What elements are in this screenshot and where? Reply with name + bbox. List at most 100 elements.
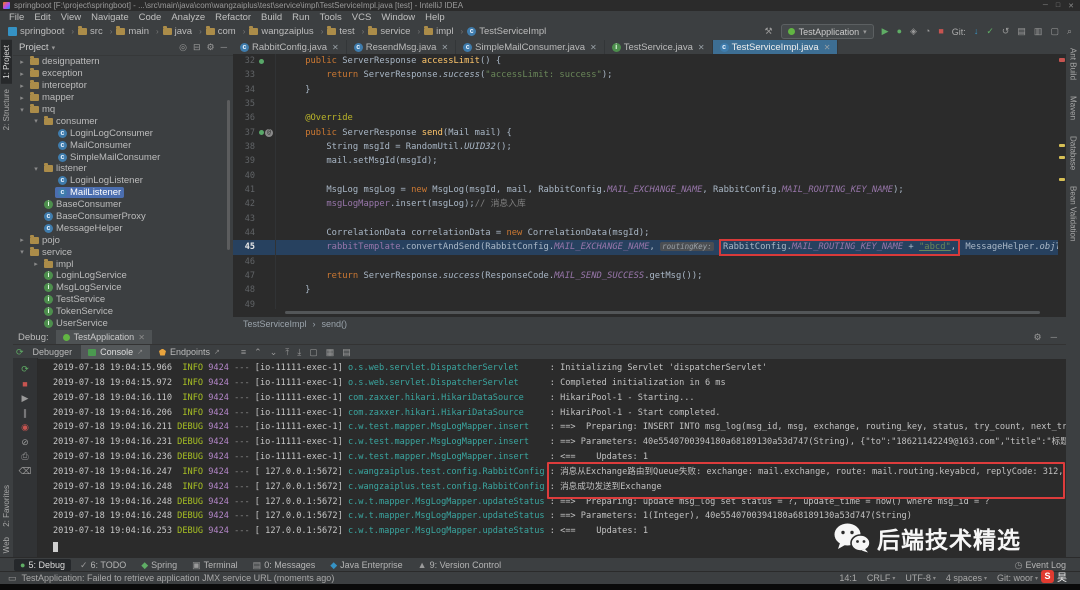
tool-window-button-6-todo[interactable]: ✓6: TODO	[74, 559, 132, 571]
history-icon[interactable]: ↺	[1002, 27, 1010, 36]
tool-button-database[interactable]: Database	[1069, 136, 1078, 170]
menu-analyze[interactable]: Analyze	[166, 12, 210, 23]
scroll-bottom-icon[interactable]: ⤓	[297, 348, 301, 357]
breadcrumb-item[interactable]: TestServiceImpl	[243, 319, 307, 329]
tree-item[interactable]: iUserService	[13, 318, 233, 330]
run-icon[interactable]: ▶	[882, 27, 889, 36]
expand-icon[interactable]: ▾	[17, 248, 27, 256]
breadcrumb-item[interactable]: main›	[116, 26, 158, 37]
tool-button-bean-validation[interactable]: Bean Validation	[1069, 186, 1078, 241]
maximize-icon[interactable]: □	[1056, 2, 1060, 10]
expand-icon[interactable]: ▸	[31, 260, 41, 268]
tree-item[interactable]: ▾listener	[13, 163, 233, 175]
menu-run[interactable]: Run	[287, 12, 314, 23]
hide-icon[interactable]: ─	[221, 43, 227, 52]
layout-icon[interactable]: ▤	[342, 348, 351, 357]
debug-icon[interactable]: ●	[20, 561, 25, 570]
breadcrumb-item[interactable]: service›	[368, 26, 420, 37]
stop-icon[interactable]: ■	[938, 27, 943, 36]
rerun-icon[interactable]: ⟳	[21, 365, 29, 374]
coverage-icon[interactable]: ◈	[910, 27, 917, 36]
debug-session-tab[interactable]: TestApplication ✕	[56, 330, 152, 344]
tool-window-button-java-enterprise[interactable]: ◆Java Enterprise	[324, 559, 408, 571]
menu-tools[interactable]: Tools	[315, 12, 347, 23]
git-commit-icon[interactable]: ✓	[986, 27, 994, 36]
view-breakpoints-icon[interactable]: ◉	[21, 423, 29, 432]
menu-code[interactable]: Code	[134, 12, 167, 23]
menu-window[interactable]: Window	[376, 12, 420, 23]
close-icon[interactable]: ✕	[698, 43, 705, 52]
project-panel-header[interactable]: Project ▾ ◎⊟⚙─	[13, 40, 233, 56]
tool-window-button-5-debug[interactable]: ●5: Debug	[14, 559, 71, 571]
tool-button-ant-build[interactable]: Ant Build	[1069, 48, 1078, 80]
annotation-gutter-icon[interactable]: @	[265, 129, 273, 137]
collapse-all-icon[interactable]: ⊟	[193, 43, 201, 52]
tool-button-web[interactable]: Web	[1, 532, 12, 558]
tool-button-2-favorites[interactable]: 2: Favorites	[1, 480, 12, 532]
debug-tab-debugger[interactable]: Debugger	[26, 345, 80, 359]
tree-item[interactable]: iMsgLogService	[13, 282, 233, 294]
tool-button-maven[interactable]: Maven	[1069, 96, 1078, 120]
tree-item[interactable]: cLoginLogListener	[13, 175, 233, 187]
tree-scrollbar[interactable]	[227, 100, 230, 250]
debug-icon[interactable]: ●	[897, 27, 902, 36]
locate-icon[interactable]: ◎	[179, 43, 187, 52]
tree-item[interactable]: ▸pojo	[13, 234, 233, 246]
horizontal-scrollbar[interactable]	[285, 311, 1040, 314]
tool-window-button-0-messages[interactable]: ▤0: Messages	[247, 559, 322, 571]
editor-tab[interactable]: cResendMsg.java✕	[347, 40, 456, 54]
messages-icon[interactable]: ▤	[253, 561, 262, 570]
expand-icon[interactable]: ▾	[31, 117, 41, 125]
tree-item[interactable]: ▸designpattern	[13, 56, 233, 68]
print-icon[interactable]: ⎙	[21, 452, 28, 461]
menu-navigate[interactable]: Navigate	[86, 12, 134, 23]
tree-item[interactable]: cMailListener	[13, 187, 233, 199]
status-widget-4-spaces[interactable]: 4 spaces▾	[946, 573, 987, 583]
mute-breakpoints-icon[interactable]: ⊘	[21, 438, 29, 447]
minimize-icon[interactable]: ─	[1043, 2, 1048, 10]
close-icon[interactable]: ✕	[1068, 2, 1074, 10]
rerun-icon[interactable]: ⟳	[16, 348, 24, 357]
menu-vcs[interactable]: VCS	[347, 12, 377, 23]
tree-item[interactable]: cBaseConsumerProxy	[13, 211, 233, 223]
expand-icon[interactable]: ▸	[17, 82, 27, 90]
close-icon[interactable]: ✕	[441, 43, 448, 52]
code-editor[interactable]: 32 public ServerResponse accessLimit() {…	[233, 54, 1058, 309]
restore-layout-icon[interactable]: ▢	[309, 348, 318, 357]
expand-icon[interactable]: ▾	[17, 106, 27, 114]
expand-icon[interactable]: ▸	[17, 58, 27, 66]
close-icon[interactable]: ✕	[824, 43, 831, 52]
close-icon[interactable]: ✕	[590, 43, 597, 52]
menu-help[interactable]: Help	[420, 12, 450, 23]
scroll-down-icon[interactable]: ⌄	[270, 348, 278, 357]
tree-item[interactable]: cSimpleMailConsumer	[13, 151, 233, 163]
expand-icon[interactable]: ▸	[17, 70, 27, 78]
menu-view[interactable]: View	[56, 12, 86, 23]
menu-file[interactable]: File	[4, 12, 29, 23]
rollback-icon[interactable]: ▤	[1017, 27, 1026, 36]
run-config-selector[interactable]: TestApplication▾	[781, 24, 874, 39]
expand-icon[interactable]: ▸	[17, 236, 27, 244]
tree-item[interactable]: ▾consumer	[13, 115, 233, 127]
menu-refactor[interactable]: Refactor	[210, 12, 256, 23]
javaee-icon[interactable]: ◆	[330, 561, 337, 570]
editor-tab[interactable]: cSimpleMailConsumer.java✕	[456, 40, 605, 54]
build-hammer-icon[interactable]: ⚒	[765, 27, 773, 36]
tree-item[interactable]: ▸interceptor	[13, 80, 233, 92]
breadcrumb-item[interactable]: cTestServiceImpl	[467, 26, 546, 37]
restore-layout-icon[interactable]: ▢	[1050, 27, 1059, 36]
clear-all-icon[interactable]: ⌫	[19, 467, 32, 476]
find-icon[interactable]: ⌕	[1067, 27, 1072, 36]
status-widget-14-1[interactable]: 14:1	[839, 573, 857, 583]
tree-item[interactable]: ▸impl	[13, 258, 233, 270]
vcs-icon[interactable]: ▲	[418, 561, 427, 570]
tree-item[interactable]: iTokenService	[13, 306, 233, 318]
stop-icon[interactable]: ■	[22, 380, 27, 389]
tool-button-1-project[interactable]: 1: Project	[1, 40, 12, 84]
tool-button-2-structure[interactable]: 2: Structure	[1, 84, 12, 135]
breadcrumb-item[interactable]: send()	[322, 319, 348, 329]
hide-panel-icon[interactable]: ─	[1051, 332, 1057, 343]
override-marker-icon[interactable]	[259, 130, 264, 135]
spring-icon[interactable]: ◆	[141, 561, 148, 570]
gear-icon[interactable]: ⚙	[1034, 332, 1042, 343]
